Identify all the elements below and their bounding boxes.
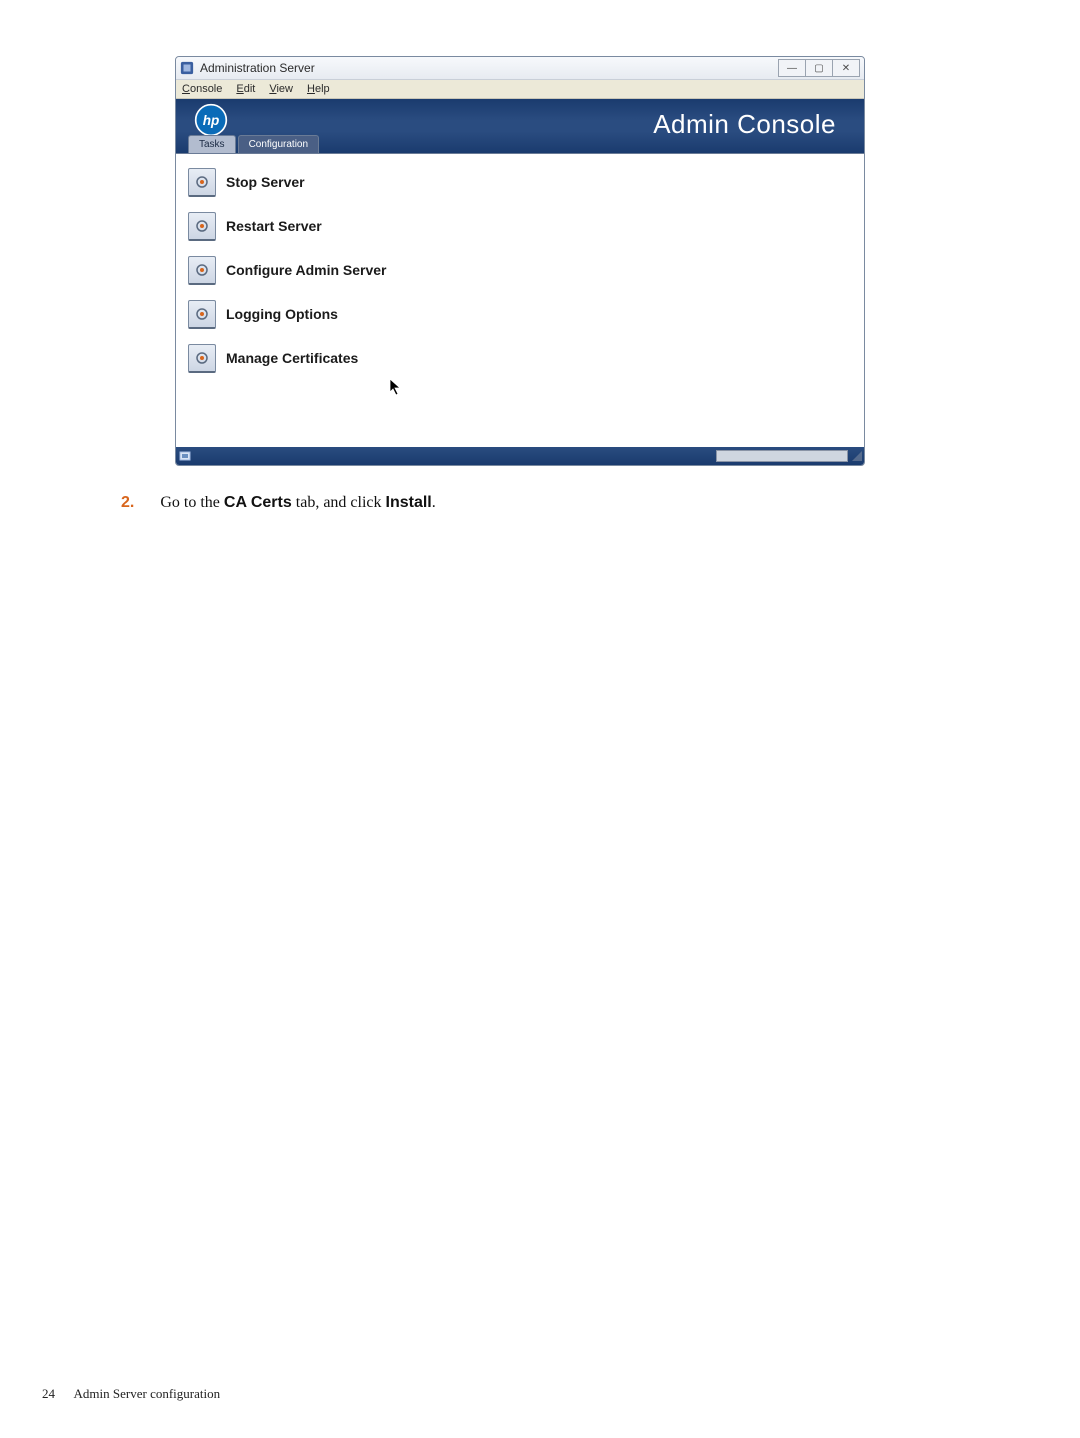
content-area: Stop Server Restart Server Configure Adm… [176,153,864,466]
gear-icon [188,300,216,329]
tab-tasks[interactable]: Tasks [188,135,236,153]
admin-console-title: Admin Console [653,109,836,140]
task-stop-server[interactable]: Stop Server [188,162,852,202]
tab-configuration[interactable]: Configuration [238,135,319,153]
statusbar [176,447,864,465]
maximize-button[interactable]: ▢ [805,59,833,77]
instruction-step: 2. Go to the CA Certs tab, and click Ins… [121,494,436,512]
menubar: Console Edit View Help [176,80,864,99]
menu-view[interactable]: View [269,83,293,95]
gear-icon [188,344,216,373]
window-title: Administration Server [200,61,315,75]
minimize-button[interactable]: — [778,59,806,77]
gear-icon [188,256,216,285]
admin-server-window: Administration Server — ▢ ✕ Console Edit… [175,56,865,466]
status-progress [716,450,848,462]
task-restart-server[interactable]: Restart Server [188,206,852,246]
gear-icon [188,212,216,241]
menu-edit[interactable]: Edit [236,83,255,95]
task-logging-options[interactable]: Logging Options [188,294,852,334]
hp-logo-icon: hp [194,103,228,137]
app-icon [180,61,194,75]
svg-text:hp: hp [203,113,220,128]
task-label: Configure Admin Server [226,262,387,278]
task-label: Stop Server [226,174,305,190]
status-icon [178,449,194,463]
task-configure-admin-server[interactable]: Configure Admin Server [188,250,852,290]
task-label: Restart Server [226,218,322,234]
page-footer: 24 Admin Server configuration [42,1386,220,1402]
window-controls: — ▢ ✕ [779,59,860,77]
close-button[interactable]: ✕ [832,59,860,77]
gear-icon [188,168,216,197]
step-text: Go to the CA Certs tab, and click Instal… [160,494,435,512]
task-label: Logging Options [226,306,338,322]
menu-console[interactable]: Console [182,83,222,95]
footer-section: Admin Server configuration [74,1386,221,1401]
resize-grip-icon[interactable] [852,451,862,461]
titlebar: Administration Server — ▢ ✕ [176,57,864,80]
step-number: 2. [121,494,134,512]
tabs-row: Tasks Configuration [188,135,321,153]
menu-help[interactable]: Help [307,83,330,95]
page-number: 24 [42,1386,55,1401]
task-label: Manage Certificates [226,350,358,366]
task-manage-certificates[interactable]: Manage Certificates [188,338,852,378]
header-band: hp Admin Console Tasks Configuration [176,99,864,153]
